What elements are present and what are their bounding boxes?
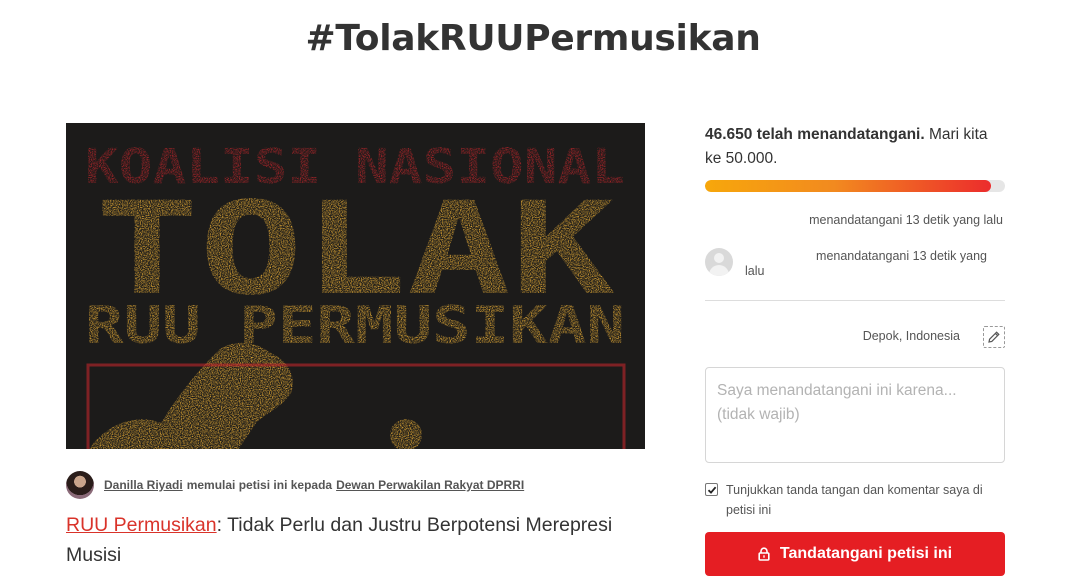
signature-count-bold: 46.650 telah menandatangani. [705,126,925,143]
signature-count: 46.650 telah menandatangani. Mari kita k… [705,123,1005,171]
poster-graphic: KOALISI NASIONAL TOLAK RUU PERMUSIKAN [66,123,645,449]
petition-title-link[interactable]: RUU Permusikan [66,514,217,536]
petition-hero-image: KOALISI NASIONAL TOLAK RUU PERMUSIKAN [66,123,645,449]
pencil-edit-icon[interactable] [983,326,1005,348]
display-signature-checkbox[interactable] [705,483,718,496]
sign-petition-button-label: Tandatangani petisi ini [779,545,953,562]
default-user-avatar [705,248,733,276]
location-row: Depok, Indonesia [705,326,1005,348]
display-signature-label: Tunjukkan tanda tangan dan komentar saya… [726,483,983,517]
starter-text: memulai petisi ini kepada [186,478,333,492]
recent-signer-2-line1: menandatangani 13 detik yang [816,249,987,263]
display-signature-option: Tunjukkan tanda tangan dan komentar saya… [705,480,1005,520]
petition-title: RUU Permusikan: Tidak Perlu dan Justru B… [66,510,656,570]
starter-avatar [66,471,94,499]
comment-textarea[interactable] [705,367,1005,463]
sign-petition-button[interactable]: Tandatangani petisi ini [705,532,1005,576]
recent-signer-2: menandatangani 13 detik yang lalu [705,246,1005,286]
check-icon [707,486,716,494]
lock-icon [758,547,770,561]
recent-signer-2-line2: lalu [745,264,765,278]
divider [705,300,1005,301]
page-title: #TolakRUUPermusikan [305,18,761,59]
location-text: Depok, Indonesia [862,329,960,343]
signature-progress-fill [705,180,991,192]
starter-name-link[interactable]: Danilla Riyadi [104,478,183,492]
petition-starter: Danilla Riyadi memulai petisi ini kepada… [66,471,646,499]
poster-line-ruu: RUU PERMUSIKAN [85,296,625,356]
recent-signer-1: menandatangani 13 detik yang lalu [809,213,1003,227]
signature-progress-bar [705,180,1005,192]
decision-maker-link[interactable]: Dewan Perwakilan Rakyat DPRRI [336,478,524,492]
